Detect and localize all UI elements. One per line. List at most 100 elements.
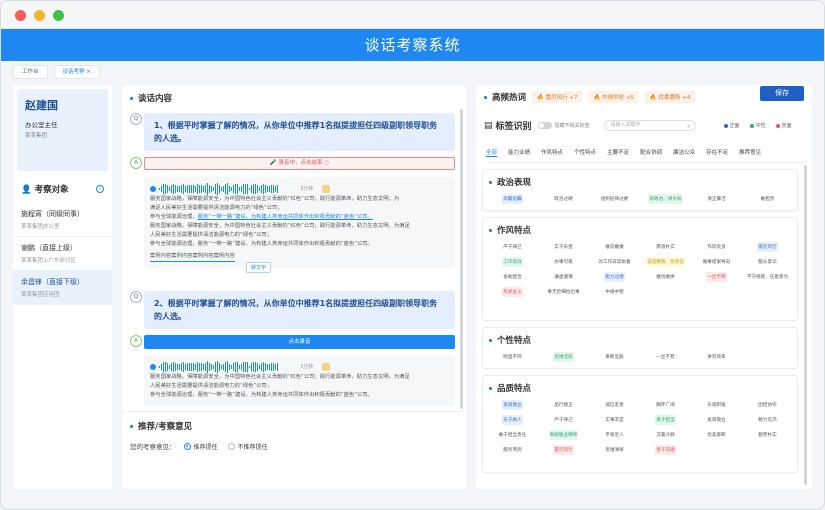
filter-tab[interactable]: 存在不足 [706, 148, 728, 157]
filter-tab[interactable]: 作风特点 [541, 148, 563, 157]
tag-chip[interactable]: 爱岗敬业 [706, 415, 726, 425]
tag-chip[interactable]: 讲究效率 [706, 352, 726, 362]
tag-chip[interactable]: 严于律己 [553, 415, 573, 425]
filter-tab[interactable]: 能力业绩 [508, 148, 530, 157]
hide-unrelated-toggle[interactable] [537, 122, 552, 129]
radio-unchecked-icon[interactable] [227, 442, 235, 450]
tag-chip[interactable]: 谦虚谨慎 [553, 272, 573, 282]
not-recommend-radio[interactable]: 不推荐提任 [227, 442, 268, 451]
tag-chip[interactable]: 说话算数、负责任 [646, 257, 685, 267]
tag-chip[interactable]: 不守规矩、任意妄为 [746, 272, 789, 282]
tag-chip[interactable]: 勇于担当 [655, 415, 676, 425]
tag-chip[interactable]: 对工作非常执着 [597, 257, 631, 267]
filter-tab[interactable]: 配合协调 [640, 148, 662, 157]
tag-chip[interactable]: 高瞻远瞩 [502, 194, 523, 204]
tag-chip[interactable]: 形式主义 [502, 287, 523, 297]
highlighted-text[interactable]: 服务“一带一路”建设，为构建人类命运共同体作出积极贡献的“蓝色”公司。 [198, 214, 373, 220]
transcribe-icon[interactable] [322, 363, 331, 371]
tag-chip[interactable]: 能力过硬 [604, 272, 625, 282]
tag-chip[interactable]: 敢说敢做 [604, 242, 624, 252]
waveform-bar [269, 185, 270, 193]
object-item[interactable]: 施程宵（同级同事） 某某集团办公室 [13, 203, 112, 237]
tag-chip[interactable]: 敢于担当责任 [498, 430, 528, 440]
recommend-radio[interactable]: 推荐提任 [183, 442, 218, 451]
tag-chip[interactable]: 办事可靠 [553, 257, 573, 267]
filter-tab[interactable]: 推荐意见 [739, 148, 761, 157]
tag-chip[interactable]: 乐观积极 [706, 400, 726, 410]
tag-chip[interactable]: 清正廉洁 [706, 194, 726, 204]
tag-chip[interactable]: 政治过硬 [553, 194, 573, 204]
tag-chip[interactable]: 实事求是 [604, 415, 624, 425]
tag-chip[interactable]: 思维活跃 [553, 352, 574, 362]
hot-word-chip[interactable]: 🔥 中规中矩 +5 [588, 91, 639, 103]
tag-chip[interactable]: 刚直不阿 [502, 352, 522, 362]
tag-chip[interactable]: 善于沟通 [655, 445, 676, 455]
tag-chip[interactable]: 组织纪律过硬 [600, 194, 630, 204]
tag-chip[interactable]: 平易近人 [604, 430, 624, 440]
audio-player[interactable]: 3分钟 [150, 361, 449, 373]
filter-tab[interactable]: 个性特点 [574, 148, 596, 157]
tag-chip[interactable]: 服务周到 [502, 445, 522, 455]
tag-chip[interactable]: 优柔寡断 [706, 430, 726, 440]
tag-chip[interactable]: 思维清晰 [604, 445, 624, 455]
interview-scrollbar[interactable] [460, 109, 463, 409]
start-recording-button[interactable]: 点击录音 [144, 335, 455, 349]
hot-word-chip[interactable]: 🔥 优柔寡断 +4 [644, 91, 696, 103]
waveform-bar [249, 187, 250, 191]
filter-tab[interactable]: 主要不足 [607, 148, 629, 157]
tag-chip[interactable]: 服从意识 [757, 257, 777, 267]
tag-scrollbar[interactable] [804, 165, 807, 485]
tag-chip[interactable]: 品行端正 [553, 400, 573, 410]
tag-chip[interactable]: 雷厉风行 [757, 242, 778, 252]
filter-tab[interactable]: 全部 [486, 148, 498, 157]
save-button[interactable]: 保存 [760, 86, 804, 101]
maximize-window-icon[interactable] [53, 10, 64, 21]
tag-chip[interactable]: 实干肯担 [553, 242, 573, 252]
tag-chip[interactable]: 一丝不苟 [655, 352, 675, 362]
play-icon[interactable] [150, 364, 156, 370]
audio-player[interactable]: 3分钟 [150, 183, 449, 195]
tab-workbench[interactable]: 工作台 [13, 65, 48, 79]
tag-chip[interactable]: 厚道朴实 [655, 242, 675, 252]
tag-chip[interactable]: 精力充沛 [757, 415, 777, 425]
play-icon[interactable] [150, 186, 156, 192]
tag-search-input[interactable]: 请输入关键字 ⌕ [603, 120, 696, 131]
tag-chip[interactable]: 做事结果导向 [702, 257, 732, 267]
object-item-selected[interactable]: 余昌锋（直接下级） 某某集团应用团 [13, 271, 112, 305]
minimize-window-icon[interactable] [34, 10, 45, 21]
tag-chip[interactable]: 工作高效 [502, 257, 523, 267]
tag-chip[interactable]: 一丝不苟 [706, 272, 727, 282]
tag-chip[interactable]: 敢担责 [760, 194, 776, 204]
info-icon[interactable]: i [96, 185, 104, 193]
transcribe-icon[interactable] [322, 185, 331, 193]
tag-chip[interactable]: 中规中矩 [604, 287, 624, 297]
tag-chip[interactable]: 勤劳朴实 [757, 430, 777, 440]
hot-word-chip[interactable]: 🔥 雷厉风行 +7 [532, 91, 583, 103]
tag-chip[interactable]: 讲政治、讲大局 [648, 194, 683, 204]
tag-chip[interactable]: 雷厉风行 [553, 445, 574, 455]
close-window-icon[interactable] [15, 10, 26, 21]
tag-chip[interactable]: 作风优良 [706, 242, 726, 252]
selected-text[interactable]: 案例内容案例内容案例内容案例内容 [150, 252, 235, 262]
tag-chip[interactable]: 沉着冷静 [655, 430, 675, 440]
filter-tab[interactable]: 廉洁公众 [673, 148, 695, 157]
tag-chip[interactable]: 诚信友善 [604, 400, 624, 410]
tab-interview[interactable]: 谈话考察 × [53, 65, 100, 79]
tag-chip[interactable]: 果断坚毅 [604, 352, 624, 362]
radio-checked-icon[interactable] [183, 442, 191, 450]
tag-chip[interactable]: 严于律己 [502, 242, 522, 252]
tag-chip[interactable]: 事无巨细怕出事 [546, 287, 580, 297]
object-item[interactable]: 谢鹏（直接上级） 某某集团上广东研讨区 [13, 237, 112, 271]
tag-chip[interactable]: 爱岗敬业 [502, 400, 523, 410]
legend-negative: 负面 [775, 122, 792, 129]
tag-chip[interactable]: 乐于助人 [502, 415, 523, 425]
tag-chip[interactable]: 协助配合 [502, 272, 522, 282]
search-icon[interactable]: ⌕ [687, 122, 690, 131]
bullet-icon [130, 424, 133, 428]
tag-chip[interactable]: 胸怀广阔 [655, 400, 675, 410]
recording-stop-button[interactable]: 🎤 录音中，点击结束 ○ [144, 157, 455, 170]
tag-chip[interactable]: 敢闯敢拼 [655, 272, 675, 282]
to-text-tooltip[interactable]: 转文字 [246, 262, 272, 273]
tag-chip[interactable]: 奉献敬业精神 [548, 430, 579, 440]
tag-chip[interactable]: 团结协作 [757, 400, 777, 410]
